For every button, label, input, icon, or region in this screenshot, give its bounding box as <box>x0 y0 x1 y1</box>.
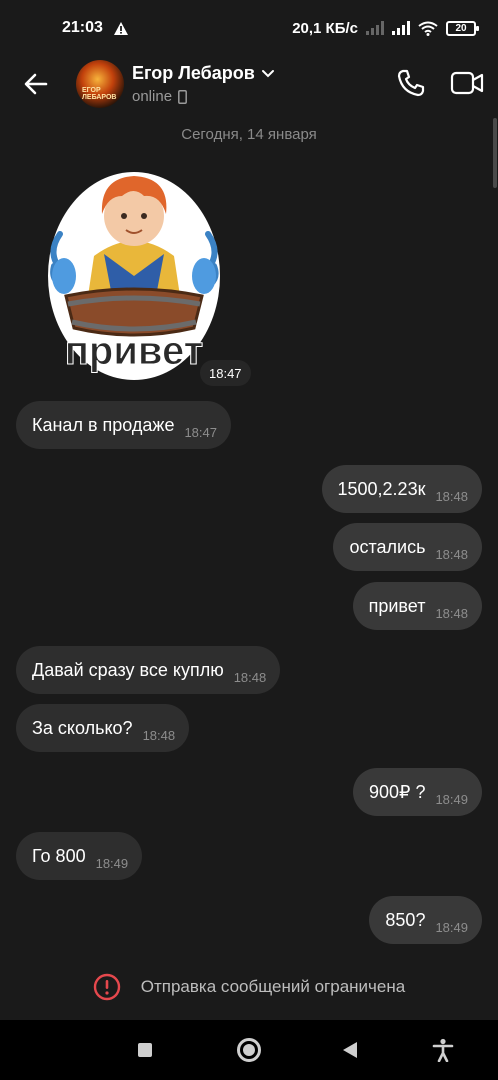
phone-icon[interactable] <box>396 68 426 98</box>
outgoing-message[interactable]: 900₽ ? 18:49 <box>352 768 482 816</box>
alert-icon <box>113 21 128 35</box>
message-text: остались <box>349 536 426 557</box>
chevron-down-icon <box>261 69 274 77</box>
incoming-message[interactable]: Го 800 18:49 <box>16 832 143 880</box>
incoming-message[interactable]: Канал в продаже 18:47 <box>16 401 231 449</box>
system-navigation-bar <box>0 1020 498 1080</box>
status-bar: 21:03 20,1 КБ/с 20 <box>0 0 498 56</box>
presence-status: online <box>132 88 173 105</box>
outgoing-message[interactable]: остались 18:48 <box>333 523 482 571</box>
back-arrow-icon[interactable] <box>20 68 52 100</box>
outgoing-message[interactable]: 850? 18:49 <box>369 896 482 944</box>
avatar[interactable]: ЕГОР ЛЕБАРОВ <box>76 60 124 108</box>
message-time: 18:48 <box>233 669 267 685</box>
signal-icon <box>366 21 384 35</box>
outgoing-message[interactable]: привет 18:48 <box>352 582 482 630</box>
message-text: Канал в продаже <box>32 414 175 435</box>
message-text: 900₽ ? <box>368 781 426 802</box>
back-triangle-icon[interactable] <box>343 1042 357 1058</box>
message-time: 18:49 <box>435 791 468 807</box>
message-text: 850? <box>385 909 426 930</box>
messaging-restricted-notice: Отправка сообщений ограничена <box>0 962 498 1012</box>
battery-icon: 20 <box>446 20 479 36</box>
incoming-message[interactable]: За сколько? 18:48 <box>16 704 190 752</box>
mobile-device-icon <box>178 89 187 104</box>
message-time: 18:48 <box>435 488 468 504</box>
message-text: Го 800 <box>32 845 86 866</box>
status-time: 21:03 <box>62 19 103 36</box>
network-speed: 20,1 КБ/с <box>292 19 358 37</box>
message-time: 18:49 <box>95 855 129 871</box>
message-time: 18:49 <box>435 919 468 935</box>
battery-level: 20 <box>455 22 467 34</box>
message-text: привет <box>368 595 426 616</box>
message-time: 18:48 <box>435 605 468 621</box>
message-time: 18:48 <box>142 727 176 743</box>
message-time: 18:48 <box>435 546 468 562</box>
message-text: Давай сразу все куплю <box>32 659 224 680</box>
restriction-text: Отправка сообщений ограничена <box>140 977 406 996</box>
outgoing-message[interactable]: 1500,2.23к 18:48 <box>321 465 482 513</box>
message-text: 1500,2.23к <box>337 478 426 499</box>
contact-info[interactable]: Егор Лебаров online <box>132 63 275 105</box>
video-call-icon[interactable] <box>450 70 484 96</box>
message-time: 18:47 <box>184 424 217 440</box>
sticker-timestamp: 18:47 <box>200 360 251 386</box>
signal-icon <box>392 21 410 35</box>
sticker-caption: привет <box>65 329 204 373</box>
avatar-logo-text: ЕГОР ЛЕБАРОВ <box>82 87 117 101</box>
home-circle-icon[interactable] <box>237 1038 261 1062</box>
incoming-message[interactable]: Давай сразу все куплю 18:48 <box>16 646 281 694</box>
recents-square-icon[interactable] <box>138 1043 152 1057</box>
chat-header: ЕГОР ЛЕБАРОВ Егор Лебаров online <box>0 56 498 112</box>
wifi-icon <box>418 21 438 36</box>
warning-circle-icon <box>93 973 120 1001</box>
date-separator: Сегодня, 14 января <box>181 126 317 143</box>
accessibility-icon[interactable] <box>432 1038 454 1062</box>
contact-name: Егор Лебаров <box>132 63 255 83</box>
message-text: За сколько? <box>32 717 133 738</box>
sticker-image[interactable]: привет <box>44 156 224 384</box>
